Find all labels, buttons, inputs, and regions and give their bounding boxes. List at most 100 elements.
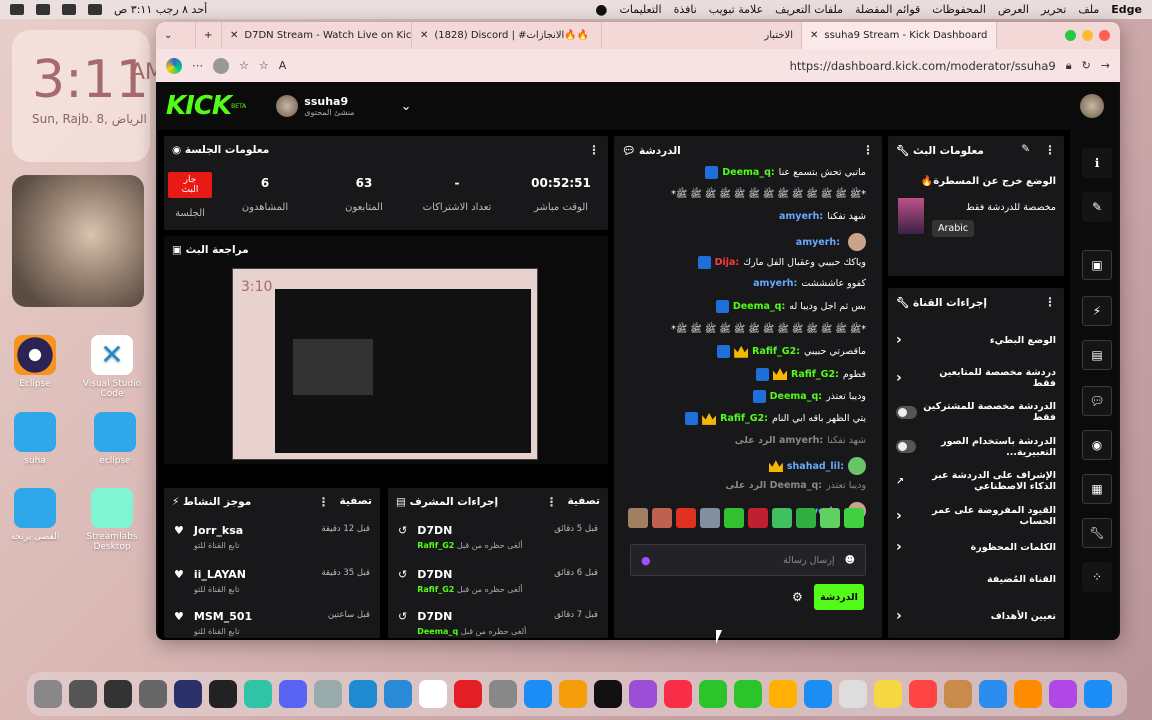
menu-item[interactable]: قوائم المفضلة xyxy=(855,3,920,16)
more-icon[interactable]: ⋯ xyxy=(192,59,203,72)
layout-icon[interactable]: ▦ xyxy=(1082,474,1112,504)
desktop-icon-folder-suha[interactable]: suha xyxy=(10,412,60,466)
dock-app-icon[interactable] xyxy=(314,680,342,708)
close-button[interactable] xyxy=(1099,30,1110,41)
extensions-icon[interactable]: ☆ xyxy=(239,59,249,72)
desktop-icon-vscode[interactable]: ✕ Visual Studio Code xyxy=(82,335,142,399)
emote-icon[interactable] xyxy=(628,508,648,528)
tab-discord[interactable]: ✕ (1828) Discord | #الانجازات🔥🔥 xyxy=(412,22,602,49)
dock-app-icon[interactable] xyxy=(1084,680,1112,708)
favorite-icon[interactable]: ☆ xyxy=(259,59,269,72)
dock-app-icon[interactable] xyxy=(804,680,832,708)
dock-app-icon[interactable] xyxy=(524,680,552,708)
dock-app-icon[interactable] xyxy=(979,680,1007,708)
dock-app-icon[interactable] xyxy=(664,680,692,708)
menu-item[interactable]: تحرير xyxy=(1041,3,1066,16)
emote-icon[interactable] xyxy=(748,508,768,528)
dock-app-icon[interactable] xyxy=(909,680,937,708)
channel-switcher[interactable]: ssuha9 منشئ المحتوى ⌄ xyxy=(276,95,412,117)
menu-item[interactable]: ملفات التعريف xyxy=(775,3,843,16)
dock-app-icon[interactable] xyxy=(454,680,482,708)
dock-app-icon[interactable] xyxy=(349,680,377,708)
dock-app-icon[interactable] xyxy=(874,680,902,708)
dock-app-icon[interactable] xyxy=(839,680,867,708)
dock-app-icon[interactable] xyxy=(944,680,972,708)
new-tab-button[interactable]: + xyxy=(196,22,222,49)
minimize-button[interactable] xyxy=(1082,30,1093,41)
chevron-right-icon[interactable]: › xyxy=(896,508,902,524)
read-aloud-icon[interactable]: A xyxy=(279,59,287,72)
tab-list-button[interactable]: ⌄ xyxy=(156,22,196,49)
tab-d7dn[interactable]: ✕ D7DN Stream - Watch Live on Kick xyxy=(222,22,412,49)
chevron-down-icon[interactable]: ⌄ xyxy=(401,99,412,114)
wifi-icon[interactable] xyxy=(36,4,50,15)
filter-button[interactable]: تصفية xyxy=(568,495,601,509)
emote-icon[interactable] xyxy=(700,508,720,528)
channel-action-item[interactable]: الدردشة باستخدام الصور التعبيرية... xyxy=(896,436,1056,458)
emote-icon[interactable] xyxy=(772,508,792,528)
chevron-right-icon[interactable]: › xyxy=(896,332,902,348)
dock-app-icon[interactable] xyxy=(769,680,797,708)
battery-icon[interactable] xyxy=(10,4,24,15)
edit-icon[interactable]: ✎ xyxy=(1082,192,1112,222)
dock-app-icon[interactable] xyxy=(384,680,412,708)
menu-item[interactable]: علامة تبويب xyxy=(709,3,763,16)
control-center-icon[interactable] xyxy=(88,4,102,15)
menu-item[interactable]: المحفوظات xyxy=(932,3,986,16)
dock-app-icon[interactable] xyxy=(594,680,622,708)
emote-icon[interactable] xyxy=(724,508,744,528)
activity-icon[interactable]: ⚡ xyxy=(1082,296,1112,326)
info-icon[interactable]: ℹ xyxy=(1082,148,1112,178)
dock-app-icon[interactable] xyxy=(34,680,62,708)
emote-icon[interactable] xyxy=(676,508,696,528)
chevron-right-icon[interactable]: › xyxy=(896,539,902,555)
dock-app-icon[interactable] xyxy=(419,680,447,708)
emote-icon[interactable] xyxy=(796,508,816,528)
channel-action-item[interactable]: › تعيين الأهداف xyxy=(896,608,1056,624)
more-icon[interactable]: ⋮ xyxy=(1044,295,1056,309)
dock-app-icon[interactable] xyxy=(734,680,762,708)
user-avatar[interactable] xyxy=(1080,94,1104,118)
toggle-switch[interactable] xyxy=(896,440,916,453)
chat-input[interactable]: ☻ إرسال رسالة ● xyxy=(630,544,866,576)
channel-action-item[interactable]: القناة المُضيفة xyxy=(896,574,1056,585)
dock-app-icon[interactable] xyxy=(139,680,167,708)
clock[interactable]: أحد ٨ رجب ٣:١١ ص xyxy=(114,3,207,16)
desktop-icon-folder-eclipse[interactable]: eclipse xyxy=(90,412,140,466)
more-icon[interactable]: ⋮ xyxy=(862,143,874,157)
chevron-right-icon[interactable]: › xyxy=(896,608,902,624)
tab-kick-dashboard[interactable]: ✕ ssuha9 Stream - Kick Dashboard xyxy=(802,22,997,49)
more-icon[interactable]: ⋮ xyxy=(318,495,330,509)
menu-item[interactable]: نافذة xyxy=(674,3,697,16)
dock-app-icon[interactable] xyxy=(629,680,657,708)
menu-item[interactable]: ملف xyxy=(1078,3,1099,16)
channel-action-item[interactable]: › الوضع البطيء xyxy=(896,332,1056,348)
menu-item[interactable]: العرض xyxy=(998,3,1029,16)
desktop-icon-eclipse[interactable]: Eclipse xyxy=(10,335,60,389)
menu-app[interactable]: Edge xyxy=(1111,3,1142,16)
more-icon[interactable]: ⋮ xyxy=(588,143,600,157)
emote-icon[interactable] xyxy=(844,508,864,528)
desktop-icon-folder[interactable]: القضى يرنجة xyxy=(10,488,60,542)
dock-app-icon[interactable] xyxy=(1049,680,1077,708)
emoji-icon[interactable]: ☻ xyxy=(845,555,855,566)
channel-action-item[interactable]: › الكلمات المحظورة xyxy=(896,539,1056,555)
tab-test[interactable]: الاختبار xyxy=(602,22,802,49)
mic-icon[interactable]: ● xyxy=(641,554,651,567)
external-link-icon[interactable]: ↗ xyxy=(896,476,904,487)
chat-icon[interactable]: 💬︎ xyxy=(1082,386,1112,416)
dock-app-icon[interactable] xyxy=(104,680,132,708)
dock-app-icon[interactable] xyxy=(279,680,307,708)
broadcast-icon[interactable]: ◉ xyxy=(1082,430,1112,460)
dock-app-icon[interactable] xyxy=(174,680,202,708)
dock-app-icon[interactable] xyxy=(489,680,517,708)
channel-action-item[interactable]: › القيود المفروضة على عمر الحساب xyxy=(896,505,1056,527)
toggle-switch[interactable] xyxy=(896,405,917,419)
filter-button[interactable]: تصفية xyxy=(340,495,373,509)
dock-app-icon[interactable] xyxy=(699,680,727,708)
dock-app-icon[interactable] xyxy=(559,680,587,708)
preview-icon[interactable]: ▣ xyxy=(1082,250,1112,280)
more-icon[interactable]: ⋮ xyxy=(1044,143,1056,157)
forward-icon[interactable]: → xyxy=(1101,59,1110,72)
edit-icon[interactable]: ✎ xyxy=(1021,143,1030,157)
